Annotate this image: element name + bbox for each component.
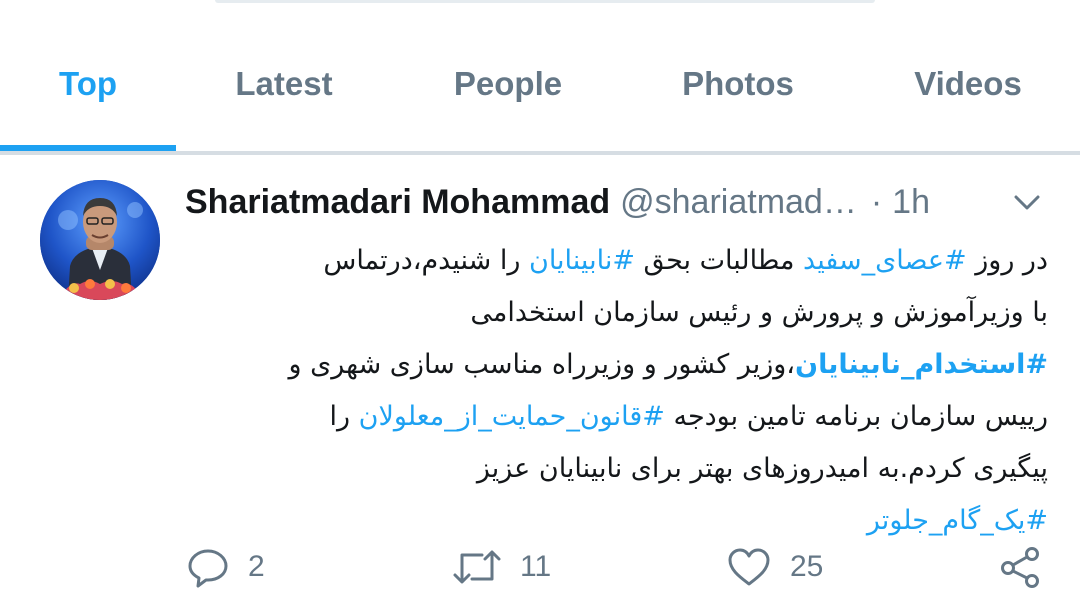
text-segment: را: [329, 401, 359, 432]
tweet-timestamp[interactable]: 1h: [892, 183, 930, 221]
share-icon: [1001, 547, 1039, 588]
tweet-line-1: در روز #عصای_سفید مطالبات بحق #نابینایان…: [190, 235, 1048, 287]
tab-people[interactable]: People: [438, 62, 578, 106]
like-count: 25: [790, 550, 824, 583]
separator-dot: ·: [870, 183, 883, 221]
text-segment: در روز: [966, 245, 1048, 276]
tweet-header: Shariatmadari Mohammad @shariatmad… · 1h: [185, 180, 930, 224]
tweet-line-2: با وزیرآموزش و پرورش و رئیس سازمان استخد…: [470, 297, 1048, 328]
hashtag-link[interactable]: #یک_گام_جلوتر: [867, 505, 1048, 536]
hashtag-link[interactable]: #نابینایان: [529, 245, 635, 276]
like-button[interactable]: 25: [726, 545, 823, 589]
tab-photos[interactable]: Photos: [668, 62, 808, 106]
tweet-card[interactable]: Shariatmadari Mohammad @shariatmad… · 1h در…: [0, 155, 1080, 602]
hashtag-link[interactable]: #قانون_حمایت_از_معلولان: [359, 401, 665, 432]
tweet-text: در روز #عصای_سفید مطالبات بحق #نابینایان…: [190, 235, 1048, 547]
hashtag-link[interactable]: #استخدام_نابینایان: [795, 349, 1048, 380]
text-segment: ،وزیر کشور و وزیرراه مناسب سازی شهری و: [288, 349, 796, 380]
tweet-line-6: #یک_گام_جلوتر: [190, 495, 1048, 547]
search-tab-bar: Top Latest People Photos Videos: [0, 0, 1080, 155]
tab-top[interactable]: Top: [30, 62, 146, 106]
reply-icon: [188, 549, 228, 588]
tweet-line-3: #استخدام_نابینایان،وزیر کشور و وزیرراه م…: [190, 339, 1048, 391]
tweet-line-4: رییس سازمان برنامه تامین بودجه #قانون_حم…: [190, 391, 1048, 443]
retweet-count: 11: [520, 550, 552, 583]
avatar[interactable]: [40, 180, 160, 300]
tweet-actions: 2 11 25: [0, 545, 1080, 593]
tab-latest[interactable]: Latest: [214, 62, 354, 106]
active-tab-indicator: [0, 145, 176, 151]
text-segment: را شنیدم،درتماس: [323, 245, 529, 276]
tweet-line-5: پیگیری کردم.به امیدروزهای بهتر برای نابی…: [476, 453, 1048, 484]
retweet-icon: [453, 550, 501, 584]
share-button[interactable]: [998, 545, 1044, 589]
user-handle[interactable]: @shariatmad…: [620, 183, 857, 221]
heart-icon: [728, 548, 770, 586]
reply-button[interactable]: 2: [186, 545, 265, 589]
text-segment: رییس سازمان برنامه تامین بودجه: [664, 401, 1048, 432]
retweet-button[interactable]: 11: [452, 545, 551, 589]
chevron-down-icon[interactable]: [1010, 185, 1044, 219]
text-segment: مطالبات بحق: [634, 245, 804, 276]
tab-videos[interactable]: Videos: [898, 62, 1038, 106]
display-name[interactable]: Shariatmadari Mohammad: [185, 183, 610, 221]
reply-count: 2: [248, 550, 265, 583]
hashtag-link[interactable]: #عصای_سفید: [803, 245, 967, 276]
